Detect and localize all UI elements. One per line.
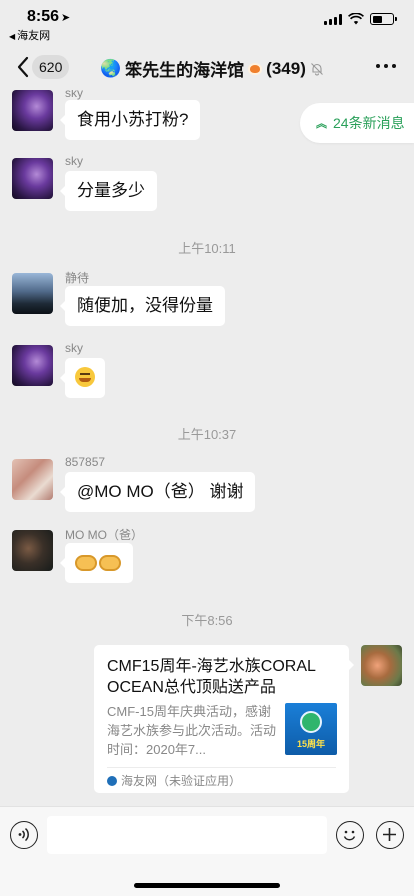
back-to-app-link[interactable]: ◀ 海友网 xyxy=(9,27,50,43)
sender-name: MO MO（爸） xyxy=(65,528,143,542)
link-card[interactable]: CMF15周年-海艺水族CORAL OCEAN总代顶贴送产品 CMF-15周年庆… xyxy=(94,645,354,793)
card-title: CMF15周年-海艺水族CORAL OCEAN总代顶贴送产品 xyxy=(107,658,316,696)
sushi-icon xyxy=(248,62,263,75)
unread-count-badge[interactable]: 620 xyxy=(32,55,70,79)
chat-title[interactable]: 🌏 笨先生的海洋馆 (349) xyxy=(100,56,324,81)
message-input[interactable] xyxy=(47,816,327,854)
avatar[interactable] xyxy=(12,459,53,500)
new-messages-button[interactable]: ︽ 24条新消息 xyxy=(300,103,414,143)
message-bubble[interactable]: 食用小苏打粉? xyxy=(59,100,201,140)
member-count: (349) xyxy=(266,58,306,78)
card-source: 海友网（未验证应用） xyxy=(107,772,241,789)
chat-area[interactable]: sky 食用小苏打粉? sky 分量多少 上午10:11 静待 随便加，没得份量… xyxy=(0,90,414,806)
card-divider xyxy=(107,767,336,768)
avatar[interactable] xyxy=(12,90,53,131)
avatar[interactable] xyxy=(12,158,53,199)
sender-name: sky xyxy=(65,154,83,168)
new-messages-label: 24条新消息 xyxy=(333,115,405,131)
logo-circle-icon xyxy=(300,711,322,733)
avatar[interactable] xyxy=(12,273,53,314)
status-time-text: 8:56 xyxy=(27,8,60,25)
status-bar: 8:56 ➤ ◀ 海友网 xyxy=(0,0,414,44)
battery-icon xyxy=(370,13,397,25)
card-description: CMF-15周年庆典活动，感谢海艺水族参与此次活动。活动时间：2020年7... xyxy=(107,704,277,757)
sender-name: 857857 xyxy=(65,455,106,469)
message-bubble[interactable]: 分量多少 xyxy=(60,171,157,211)
status-icons xyxy=(324,13,397,25)
grin-emoji-icon xyxy=(75,367,95,387)
signal-icon xyxy=(324,13,342,25)
sender-name: sky xyxy=(65,90,83,100)
card-thumbnail: 15周年 xyxy=(285,703,337,755)
voice-icon[interactable] xyxy=(10,821,38,849)
message-bubble[interactable] xyxy=(60,543,133,583)
time-divider: 上午10:37 xyxy=(177,427,237,442)
message-bubble[interactable]: @MO MO（爸） 谢谢 xyxy=(59,472,256,512)
card-source-text: 海友网（未验证应用） xyxy=(121,774,242,788)
message-bubble[interactable] xyxy=(60,358,105,398)
double-chevron-up-icon: ︽ xyxy=(316,118,327,130)
bell-slash-icon xyxy=(310,62,323,75)
message-bubble[interactable]: 随便加，没得份量 xyxy=(60,286,225,326)
input-bar xyxy=(0,806,414,896)
time-divider: 下午8:56 xyxy=(181,613,233,628)
wifi-icon xyxy=(348,13,364,25)
status-time: 8:56 ➤ xyxy=(27,8,70,26)
app-logo-icon xyxy=(107,775,117,786)
nav-bar: 620 🌏 笨先生的海洋馆 (349) xyxy=(0,44,414,90)
back-app-arrow-icon: ◀ xyxy=(9,32,16,41)
time-divider: 上午10:11 xyxy=(178,241,236,256)
plus-icon[interactable] xyxy=(376,821,404,849)
chat-title-text: 笨先生的海洋馆 xyxy=(125,61,245,80)
globe-icon: 🌏 xyxy=(100,58,122,78)
back-app-label: 海友网 xyxy=(17,30,51,42)
handshake-emoji-icon xyxy=(75,555,97,571)
emoji-icon[interactable] xyxy=(336,821,364,849)
avatar[interactable] xyxy=(12,345,53,386)
handshake-emoji-icon xyxy=(99,555,121,571)
thumb-label: 15周年 xyxy=(296,739,325,749)
my-avatar[interactable] xyxy=(361,645,402,686)
sender-name: sky xyxy=(65,341,83,355)
location-icon: ➤ xyxy=(61,12,71,24)
home-indicator xyxy=(134,883,280,888)
avatar[interactable] xyxy=(12,530,53,571)
chevron-left-icon[interactable] xyxy=(14,55,34,79)
sender-name: 静待 xyxy=(65,271,90,285)
more-dots-icon[interactable] xyxy=(376,64,396,68)
